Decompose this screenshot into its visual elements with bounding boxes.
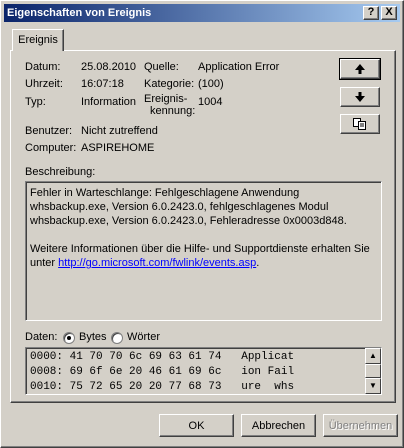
previous-event-button[interactable] (339, 58, 381, 80)
scroll-down-button[interactable]: ▼ (365, 378, 381, 394)
hex-row: 0008: 69 6f 6e 20 46 61 69 6c ion Fail (30, 366, 295, 378)
apply-button[interactable]: Übernehmen (323, 414, 398, 437)
copy-button[interactable] (340, 114, 380, 134)
datum-value: 25.08.2010 (81, 61, 137, 73)
down-arrow-icon (355, 92, 365, 102)
typ-label: Typ: (25, 96, 46, 108)
radio-bytes-label: Bytes (79, 331, 107, 343)
benutzer-value: Nicht zutreffend (81, 125, 158, 137)
up-arrow-icon (355, 64, 365, 74)
hex-row: 0000: 41 70 70 6c 69 63 61 74 Applicat (30, 351, 295, 363)
ereigniskennung-label: Ereignis- kennung: (144, 93, 196, 117)
help-button[interactable]: ? (363, 6, 379, 20)
tab-ereignis[interactable]: Ereignis (12, 29, 64, 51)
data-hex-box[interactable]: 0000: 41 70 70 6c 69 63 61 74 Applicat 0… (25, 347, 382, 395)
uhrzeit-value: 16:07:18 (81, 78, 124, 90)
radio-woerter-label: Wörter (127, 331, 160, 343)
scroll-up-button[interactable]: ▲ (365, 348, 381, 364)
event-properties-dialog: Eigenschaften von Ereignis ? X Ereignis … (0, 0, 404, 448)
hex-scrollbar[interactable]: ▲ ▼ (365, 348, 381, 394)
computer-label: Computer: (25, 142, 77, 154)
description-more-info: Weitere Informationen über die Hilfe- un… (30, 243, 370, 269)
window-title: Eigenschaften von Ereignis (7, 7, 152, 19)
beschreibung-label: Beschreibung: (25, 166, 96, 178)
description-box[interactable]: Fehler in Warteschlange: Fehlgeschlagene… (25, 181, 382, 321)
daten-label: Daten: (25, 331, 58, 343)
computer-value: ASPIREHOME (81, 142, 155, 154)
quelle-value: Application Error (198, 61, 280, 73)
tab-panel-ereignis: Datum: 25.08.2010 Uhrzeit: 16:07:18 Typ:… (10, 50, 396, 403)
radio-bytes[interactable] (63, 332, 75, 344)
ereigniskennung-value: 1004 (198, 96, 223, 108)
typ-value: Information (81, 96, 137, 108)
quelle-label: Quelle: (144, 61, 179, 73)
cancel-button[interactable]: Abbrechen (241, 414, 316, 437)
datum-label: Datum: (25, 61, 61, 73)
title-bar: Eigenschaften von Ereignis ? X (4, 4, 400, 22)
description-text: Fehler in Warteschlange: Fehlgeschlagene… (30, 187, 347, 227)
kategorie-label: Kategorie: (144, 78, 195, 90)
kategorie-value: (100) (198, 78, 224, 90)
scroll-thumb[interactable] (365, 364, 381, 378)
radio-woerter[interactable] (111, 332, 123, 344)
copy-icon (353, 117, 366, 130)
close-button[interactable]: X (381, 6, 397, 20)
benutzer-label: Benutzer: (25, 125, 73, 137)
help-link[interactable]: http://go.microsoft.com/fwlink/events.as… (58, 257, 256, 269)
uhrzeit-label: Uhrzeit: (25, 78, 63, 90)
hex-row: 0010: 75 72 65 20 20 77 68 73 ure whs (30, 381, 295, 393)
ok-button[interactable]: OK (159, 414, 234, 437)
next-event-button[interactable] (340, 87, 380, 107)
